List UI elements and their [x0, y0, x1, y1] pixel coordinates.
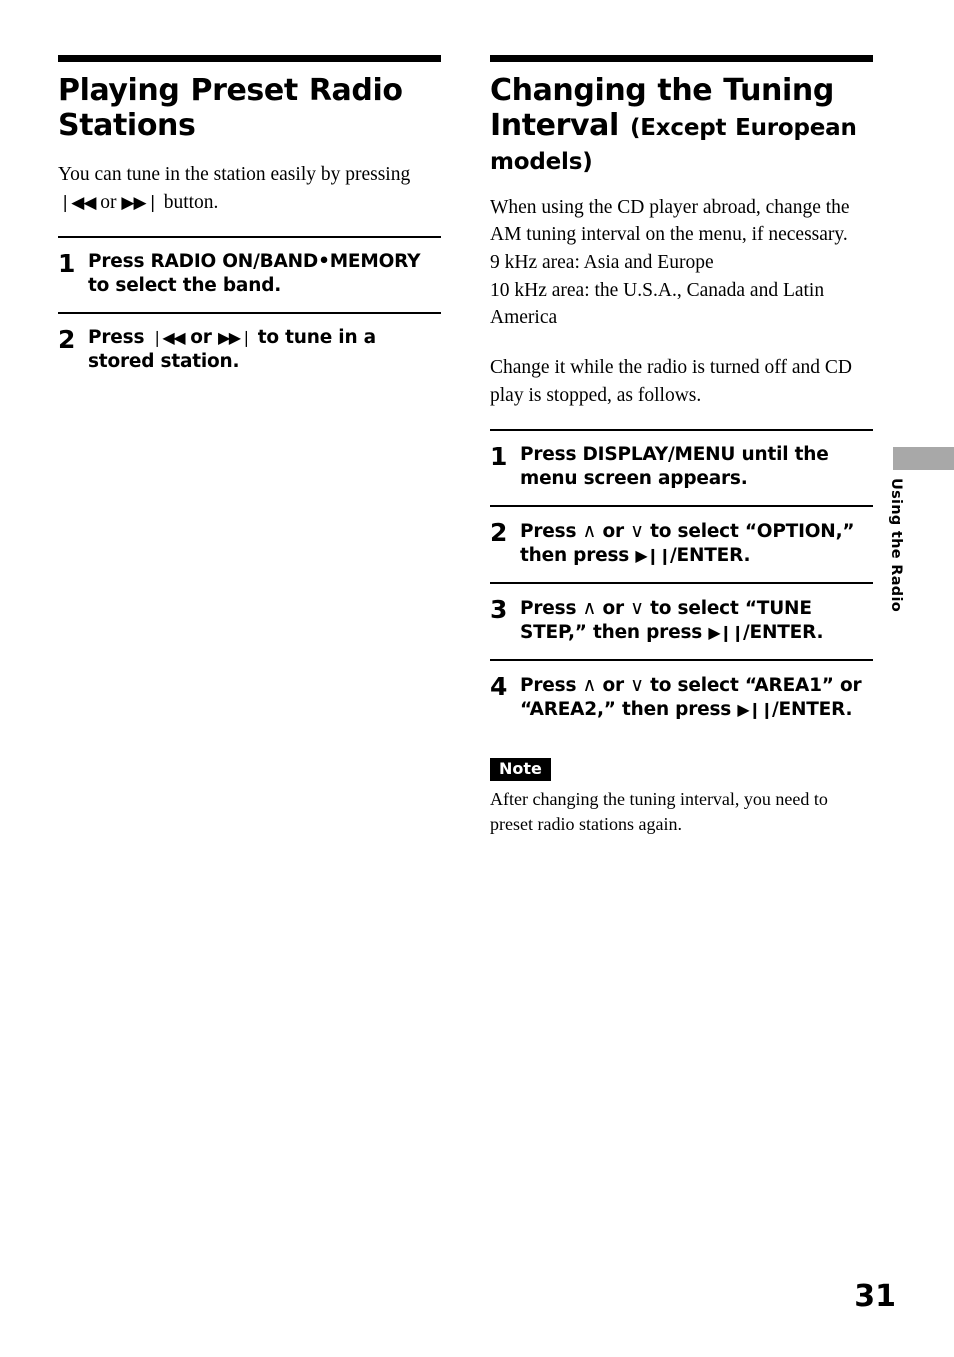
right-step-2: 2 Press ∧ or ∨ to select “OPTION,” then … — [490, 507, 873, 582]
left-step-1-number: 1 — [58, 248, 76, 278]
right-steps-list: 1 Press DISPLAY/MENU until the menu scre… — [490, 428, 873, 736]
right-step-4-t2: or — [602, 675, 624, 697]
chapter-tab-label: Using the Radio — [888, 478, 904, 613]
right-step-3-t1: Press — [520, 598, 577, 619]
right-step-2-t1: Press — [520, 520, 577, 542]
page-number: 31 — [854, 1279, 896, 1314]
arrow-down-icon: ∨ — [630, 674, 644, 697]
play-pause-icon: ▶❙❙ — [737, 700, 773, 720]
right-step-4-t4: /ENTER. — [771, 699, 853, 721]
right-step-4-text: Press ∧ or ∨ to select “AREA1” or “AREA2… — [520, 673, 873, 722]
right-step-3-number: 3 — [490, 595, 508, 624]
left-step-2-text-mid: or — [190, 326, 212, 348]
arrow-down-icon: ∨ — [630, 519, 644, 542]
left-step-1: 1 Press RADIO ON/BAND•MEMORY to select t… — [58, 238, 441, 312]
note-badge: Note — [490, 758, 551, 781]
arrow-up-icon: ∧ — [582, 674, 597, 697]
arrow-up-icon: ∧ — [582, 519, 597, 542]
right-intro-second-paragraph: Change it while the radio is turned off … — [490, 356, 852, 406]
left-step-2-text: Press ❘◀◀ or ▶▶❘ to tune in a stored sta… — [88, 326, 441, 374]
right-step-3-t4: /ENTER. — [742, 622, 824, 644]
left-steps-list: 1 Press RADIO ON/BAND•MEMORY to select t… — [58, 235, 441, 388]
arrow-down-icon: ∨ — [630, 597, 644, 619]
left-column: Playing Preset Radio Stations You can tu… — [58, 0, 441, 388]
right-heading-rule — [490, 55, 873, 62]
left-intro-paragraph: You can tune in the station easily by pr… — [58, 161, 441, 216]
left-intro-text-2: button. — [163, 191, 219, 213]
right-step-4-number: 4 — [490, 672, 508, 702]
note-text: After changing the tuning interval, you … — [490, 788, 828, 834]
note-block: Note After changing the tuning interval,… — [490, 758, 873, 836]
skip-prev-icon: ❘◀◀ — [150, 327, 186, 347]
right-step-3-text: Press ∧ or ∨ to select “TUNE STEP,” then… — [520, 596, 873, 645]
left-section-heading: Playing Preset Radio Stations — [58, 73, 403, 143]
right-step-2-t2: or — [602, 520, 624, 542]
right-intro-line-1: When using the CD player abroad, change … — [490, 196, 850, 218]
right-step-3-t2: or — [602, 598, 624, 619]
right-intro-line-4: 10 kHz area: the U.S.A., Canada and Lati… — [490, 279, 825, 301]
left-step-2: 2 Press ❘◀◀ or ▶▶❘ to tune in a stored s… — [58, 314, 441, 388]
left-step-2-number: 2 — [58, 324, 76, 354]
right-step-2-t4: /ENTER. — [669, 544, 751, 566]
left-step-1-text: Press RADIO ON/BAND•MEMORY to select the… — [88, 250, 421, 296]
right-step-4: 4 Press ∧ or ∨ to select “AREA1” or “ARE… — [490, 661, 873, 736]
skip-next-icon: ▶▶❘ — [217, 327, 253, 347]
left-heading-rule — [58, 55, 441, 62]
right-section-heading: Changing the Tuning Interval (Except Eur… — [490, 73, 873, 178]
right-step-2-text: Press ∧ or ∨ to select “OPTION,” then pr… — [520, 519, 873, 568]
left-intro-or: or — [100, 191, 117, 213]
right-intro-line-5: America — [490, 307, 558, 329]
right-column: Changing the Tuning Interval (Except Eur… — [490, 0, 873, 854]
skip-next-icon: ▶▶❘ — [121, 192, 159, 213]
right-step-2-number: 2 — [490, 517, 508, 547]
play-pause-icon: ▶❙❙ — [635, 545, 671, 565]
chapter-tab-marker — [893, 447, 954, 470]
left-intro-text-1: You can tune in the station easily by pr… — [58, 164, 411, 185]
right-intro-line-3: 9 kHz area: Asia and Europe — [490, 251, 714, 273]
play-pause-icon: ▶❙❙ — [708, 623, 744, 643]
skip-prev-icon: ❘◀◀ — [58, 192, 96, 213]
right-step-4-t1: Press — [520, 675, 577, 697]
right-step-3: 3 Press ∧ or ∨ to select “TUNE STEP,” th… — [490, 584, 873, 659]
right-intro-line-2: AM tuning interval on the menu, if neces… — [490, 224, 848, 246]
right-intro-paragraph: When using the CD player abroad, change … — [490, 194, 873, 332]
left-step-2-text-before: Press — [88, 326, 145, 348]
arrow-up-icon: ∧ — [582, 597, 597, 619]
right-step-1-number: 1 — [490, 441, 508, 471]
